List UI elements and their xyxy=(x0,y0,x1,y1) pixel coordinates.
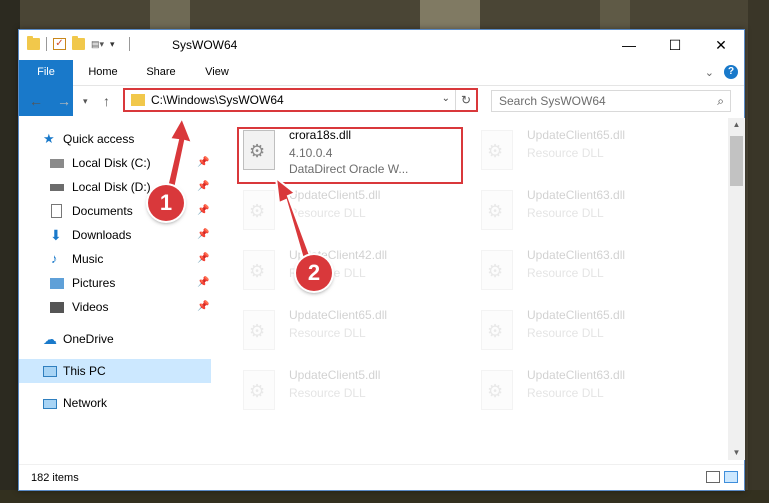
file-item[interactable]: UpdateClient42.dll Resource DLL xyxy=(239,244,459,300)
status-bar: 182 items xyxy=(19,464,744,491)
pin-icon[interactable]: 📌 xyxy=(197,271,209,295)
file-highlight-box xyxy=(237,127,463,184)
pin-icon[interactable]: 📌 xyxy=(197,295,209,319)
search-icon[interactable]: ⌕ xyxy=(717,94,724,109)
dll-file-icon xyxy=(481,370,513,410)
properties-icon[interactable]: ✓ xyxy=(53,38,66,50)
sidebar-item-quick-access[interactable]: ★ Quick access xyxy=(19,127,211,151)
window-controls: — ☐ ✕ xyxy=(606,30,744,60)
file-item[interactable]: UpdateClient65.dll Resource DLL xyxy=(239,304,459,360)
navigation-pane: ★ Quick access Local Disk (C:) 📌 Local D… xyxy=(19,125,211,455)
network-icon xyxy=(43,399,57,409)
pin-icon[interactable]: 📌 xyxy=(197,175,209,199)
dll-file-icon xyxy=(243,250,275,290)
navigation-bar: ← → ▾ ↑ C:\Windows\SysWOW64 ⌄ ↻ Search S… xyxy=(19,85,744,117)
document-icon xyxy=(51,204,62,218)
tab-home[interactable]: Home xyxy=(79,60,127,85)
dll-file-icon xyxy=(243,190,275,230)
forward-arrow-icon[interactable]: → xyxy=(57,93,71,109)
sidebar-item-this-pc[interactable]: This PC xyxy=(19,359,211,383)
ribbon-right-controls: ⌄ ? xyxy=(705,65,738,79)
video-icon xyxy=(50,302,64,313)
drive-icon xyxy=(50,184,64,191)
computer-icon xyxy=(43,366,57,377)
pin-icon[interactable]: 📌 xyxy=(197,199,209,223)
help-icon[interactable]: ? xyxy=(724,65,738,79)
file-item[interactable]: UpdateClient63.dll Resource DLL xyxy=(477,244,697,300)
dll-file-icon xyxy=(481,250,513,290)
sidebar-item-videos[interactable]: Videos 📌 xyxy=(19,295,211,319)
download-icon: ⬇ xyxy=(50,227,62,243)
drive-icon xyxy=(50,159,64,168)
search-input[interactable]: Search SysWOW64 ⌕ xyxy=(491,90,731,112)
sidebar-item-onedrive[interactable]: ☁ OneDrive xyxy=(19,327,211,351)
dll-file-icon xyxy=(481,310,513,350)
vertical-scrollbar[interactable]: ▲ ▼ xyxy=(728,118,745,460)
recent-locations-icon[interactable]: ▾ xyxy=(83,96,88,107)
callout-step-1: 1 xyxy=(148,185,184,221)
sidebar-item-local-disk-c[interactable]: Local Disk (C:) 📌 xyxy=(19,151,211,175)
maximize-button[interactable]: ☐ xyxy=(652,30,698,60)
view-toggle xyxy=(706,471,738,483)
up-arrow-icon[interactable]: ↑ xyxy=(103,93,110,109)
item-count: 182 items xyxy=(31,472,79,484)
scroll-up-icon[interactable]: ▲ xyxy=(728,118,745,132)
close-button[interactable]: ✕ xyxy=(698,30,744,60)
address-path[interactable]: C:\Windows\SysWOW64 xyxy=(151,93,284,107)
callout-step-2: 2 xyxy=(296,255,332,291)
sidebar-item-downloads[interactable]: ⬇ Downloads 📌 xyxy=(19,223,211,247)
file-item[interactable]: UpdateClient5.dll Resource DLL xyxy=(239,184,459,240)
customize-icon[interactable]: ▤▾ xyxy=(91,38,104,50)
qat-dropdown-icon[interactable]: ▾ xyxy=(110,38,123,50)
dll-file-icon xyxy=(481,190,513,230)
sidebar-item-network[interactable]: Network xyxy=(19,391,211,415)
sidebar-item-pictures[interactable]: Pictures 📌 xyxy=(19,271,211,295)
title-bar: ✓ ▤▾ ▾ SysWOW64 — ☐ ✕ xyxy=(19,30,744,60)
cloud-icon: ☁ xyxy=(43,331,57,347)
file-item[interactable]: UpdateClient5.dll Resource DLL xyxy=(239,364,459,420)
chevron-down-icon[interactable]: ⌄ xyxy=(442,93,450,104)
scroll-down-icon[interactable]: ▼ xyxy=(728,446,745,460)
file-item[interactable]: UpdateClient65.dll Resource DLL xyxy=(477,304,697,360)
search-placeholder: Search SysWOW64 xyxy=(499,94,606,108)
details-view-icon[interactable] xyxy=(706,471,720,483)
picture-icon xyxy=(50,278,64,289)
tab-share[interactable]: Share xyxy=(137,60,185,85)
dll-file-icon xyxy=(243,370,275,410)
sidebar-item-music[interactable]: ♪ Music 📌 xyxy=(19,247,211,271)
file-item[interactable]: UpdateClient63.dll Resource DLL xyxy=(477,184,697,240)
minimize-button[interactable]: — xyxy=(606,30,652,60)
toolbar-divider xyxy=(46,37,47,51)
tiles-view-icon[interactable] xyxy=(724,471,738,483)
window-title: SysWOW64 xyxy=(172,38,238,52)
expand-ribbon-icon[interactable]: ⌄ xyxy=(705,66,714,79)
tab-view[interactable]: View xyxy=(195,60,239,85)
pin-icon[interactable]: 📌 xyxy=(197,247,209,271)
star-icon: ★ xyxy=(43,131,55,146)
folder-icon xyxy=(27,36,40,50)
ribbon-tabs: File Home Share View ⌄ ? xyxy=(19,60,744,116)
quick-access-toolbar: ✓ ▤▾ ▾ xyxy=(27,36,130,51)
pin-icon[interactable]: 📌 xyxy=(197,223,209,247)
address-bar[interactable]: C:\Windows\SysWOW64 ⌄ ↻ xyxy=(123,88,478,112)
back-arrow-icon[interactable]: ← xyxy=(29,93,43,109)
explorer-window: ✓ ▤▾ ▾ SysWOW64 — ☐ ✕ File Home Share Vi… xyxy=(18,29,745,491)
dll-file-icon xyxy=(243,310,275,350)
new-folder-icon[interactable] xyxy=(72,36,85,50)
scroll-thumb[interactable] xyxy=(730,136,743,186)
dll-file-icon xyxy=(481,130,513,170)
file-item[interactable]: UpdateClient65.dll Resource DLL xyxy=(477,124,697,180)
refresh-icon[interactable]: ↻ xyxy=(455,90,476,110)
pin-icon[interactable]: 📌 xyxy=(197,151,209,175)
toolbar-divider xyxy=(129,37,130,51)
folder-icon xyxy=(131,94,145,106)
music-icon: ♪ xyxy=(51,251,58,266)
file-item[interactable]: UpdateClient63.dll Resource DLL xyxy=(477,364,697,420)
